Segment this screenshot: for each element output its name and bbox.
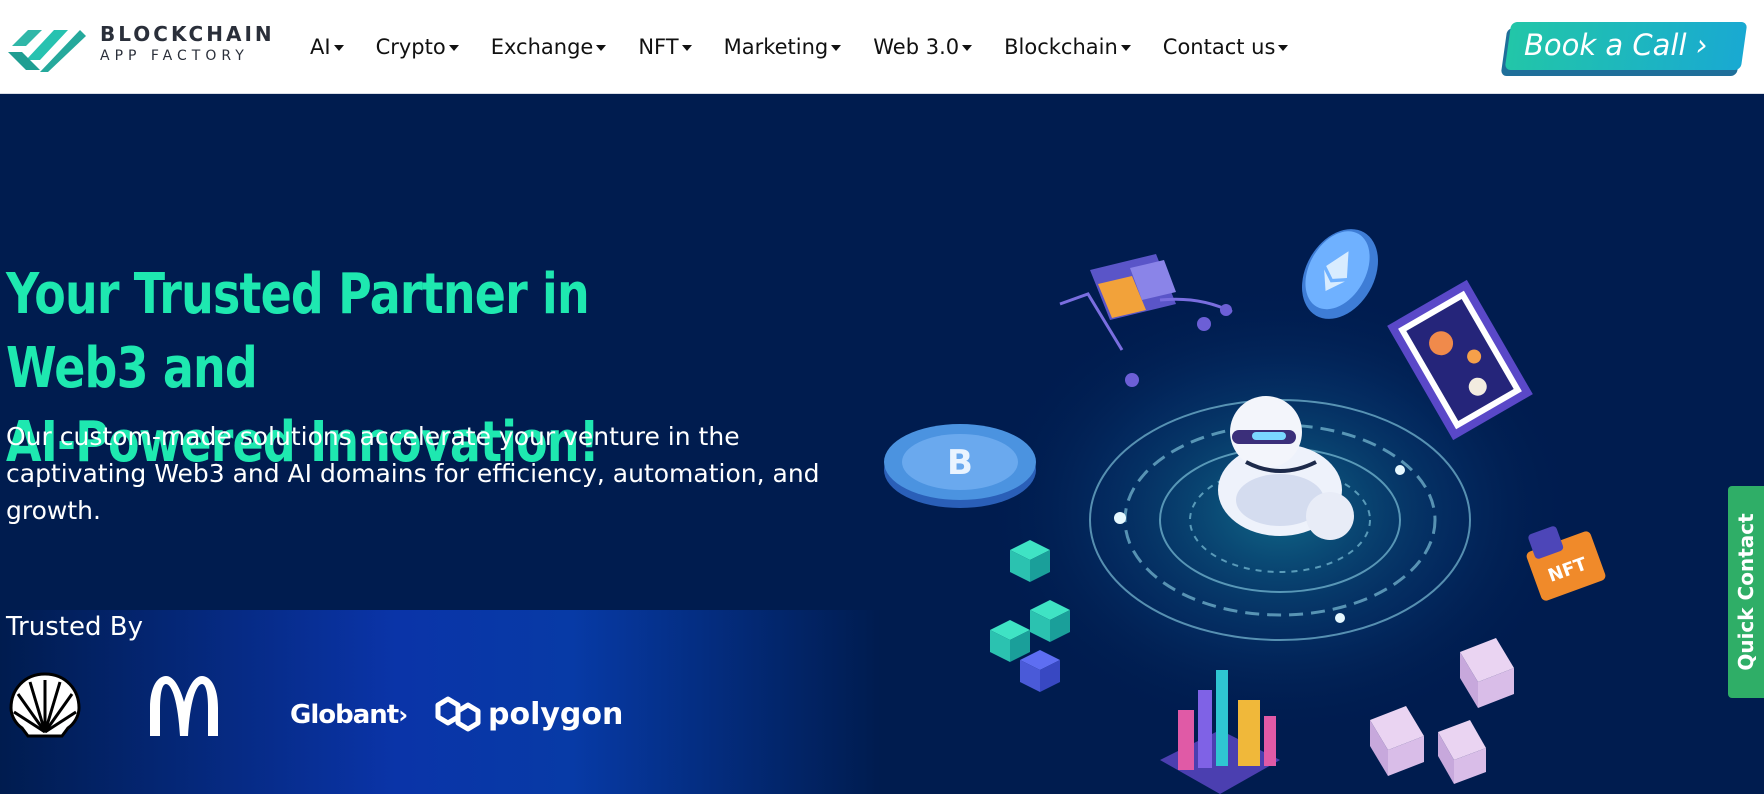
hero-illustration: B NFT	[884, 229, 1606, 794]
book-a-call-text: Book a Call	[1524, 28, 1687, 62]
quick-contact-tab[interactable]: Quick Contact	[1728, 486, 1764, 698]
shell-logo-icon	[9, 672, 81, 738]
caret-down-icon	[1120, 45, 1131, 51]
caret-down-icon	[333, 45, 344, 51]
globant-logo: Globant›	[290, 700, 408, 730]
nav-item-web3[interactable]: Web 3.0	[873, 35, 973, 59]
polygon-text: polygon	[488, 696, 624, 732]
chevron-right-icon: ›	[1695, 28, 1708, 62]
brand-line1: BLOCKCHAIN	[100, 22, 275, 46]
nav-label: NFT	[638, 35, 679, 59]
quick-contact-label: Quick Contact	[1734, 513, 1758, 671]
nav-label: Blockchain	[1004, 35, 1118, 59]
polygon-logo: polygon	[434, 693, 623, 735]
main-nav: AI Crypto Exchange NFT Marketing Web 3.0…	[310, 30, 1320, 64]
caret-down-icon	[596, 45, 607, 51]
sparkle-icon	[1114, 512, 1126, 524]
trusted-by-label: Trusted By	[6, 612, 143, 642]
mcdonalds-logo-icon	[150, 676, 218, 736]
caret-down-icon	[831, 45, 842, 51]
brand-line2: APP FACTORY	[100, 48, 249, 64]
nav-label: Exchange	[490, 35, 594, 59]
brand-logo[interactable]: BLOCKCHAIN APP FACTORY	[6, 14, 276, 74]
caret-down-icon	[448, 45, 459, 51]
sparkle-icon	[1335, 613, 1345, 623]
nav-item-crypto[interactable]: Crypto	[376, 35, 459, 59]
nav-item-blockchain[interactable]: Blockchain	[1004, 35, 1131, 59]
brand-logo-icon	[8, 30, 86, 72]
nav-label: AI	[310, 35, 331, 59]
polygon-logo-icon	[435, 696, 481, 732]
hero-description: Our custom-made solutions accelerate you…	[6, 422, 820, 525]
sparkle-icon	[1395, 465, 1405, 475]
book-a-call-button[interactable]: Book a Call ›	[1500, 22, 1748, 76]
nav-label: Marketing	[723, 35, 829, 59]
bitcoin-coin-icon: B	[884, 424, 1036, 508]
caret-down-icon	[962, 45, 973, 51]
caret-down-icon	[1278, 45, 1289, 51]
nav-item-exchange[interactable]: Exchange	[491, 35, 607, 59]
bitcoin-symbol: B	[947, 443, 973, 483]
nav-item-marketing[interactable]: Marketing	[724, 35, 842, 59]
nav-item-ai[interactable]: AI	[310, 35, 344, 59]
nav-item-contact[interactable]: Contact us	[1163, 35, 1289, 59]
nav-label: Web 3.0	[873, 35, 960, 59]
hero-title-line1: Your Trusted Partner in Web3 and	[6, 262, 590, 401]
site-header: BLOCKCHAIN APP FACTORY AI Crypto Exchang…	[0, 0, 1764, 94]
book-a-call-label: Book a Call ›	[1524, 28, 1707, 62]
globant-text: Globant	[290, 700, 399, 730]
arrow-right-icon: ›	[398, 701, 408, 729]
caret-down-icon	[681, 45, 692, 51]
brand-wordmark: BLOCKCHAIN APP FACTORY	[100, 22, 275, 66]
nav-label: Crypto	[375, 35, 446, 59]
nav-label: Contact us	[1162, 35, 1276, 59]
nav-item-nft[interactable]: NFT	[638, 35, 692, 59]
